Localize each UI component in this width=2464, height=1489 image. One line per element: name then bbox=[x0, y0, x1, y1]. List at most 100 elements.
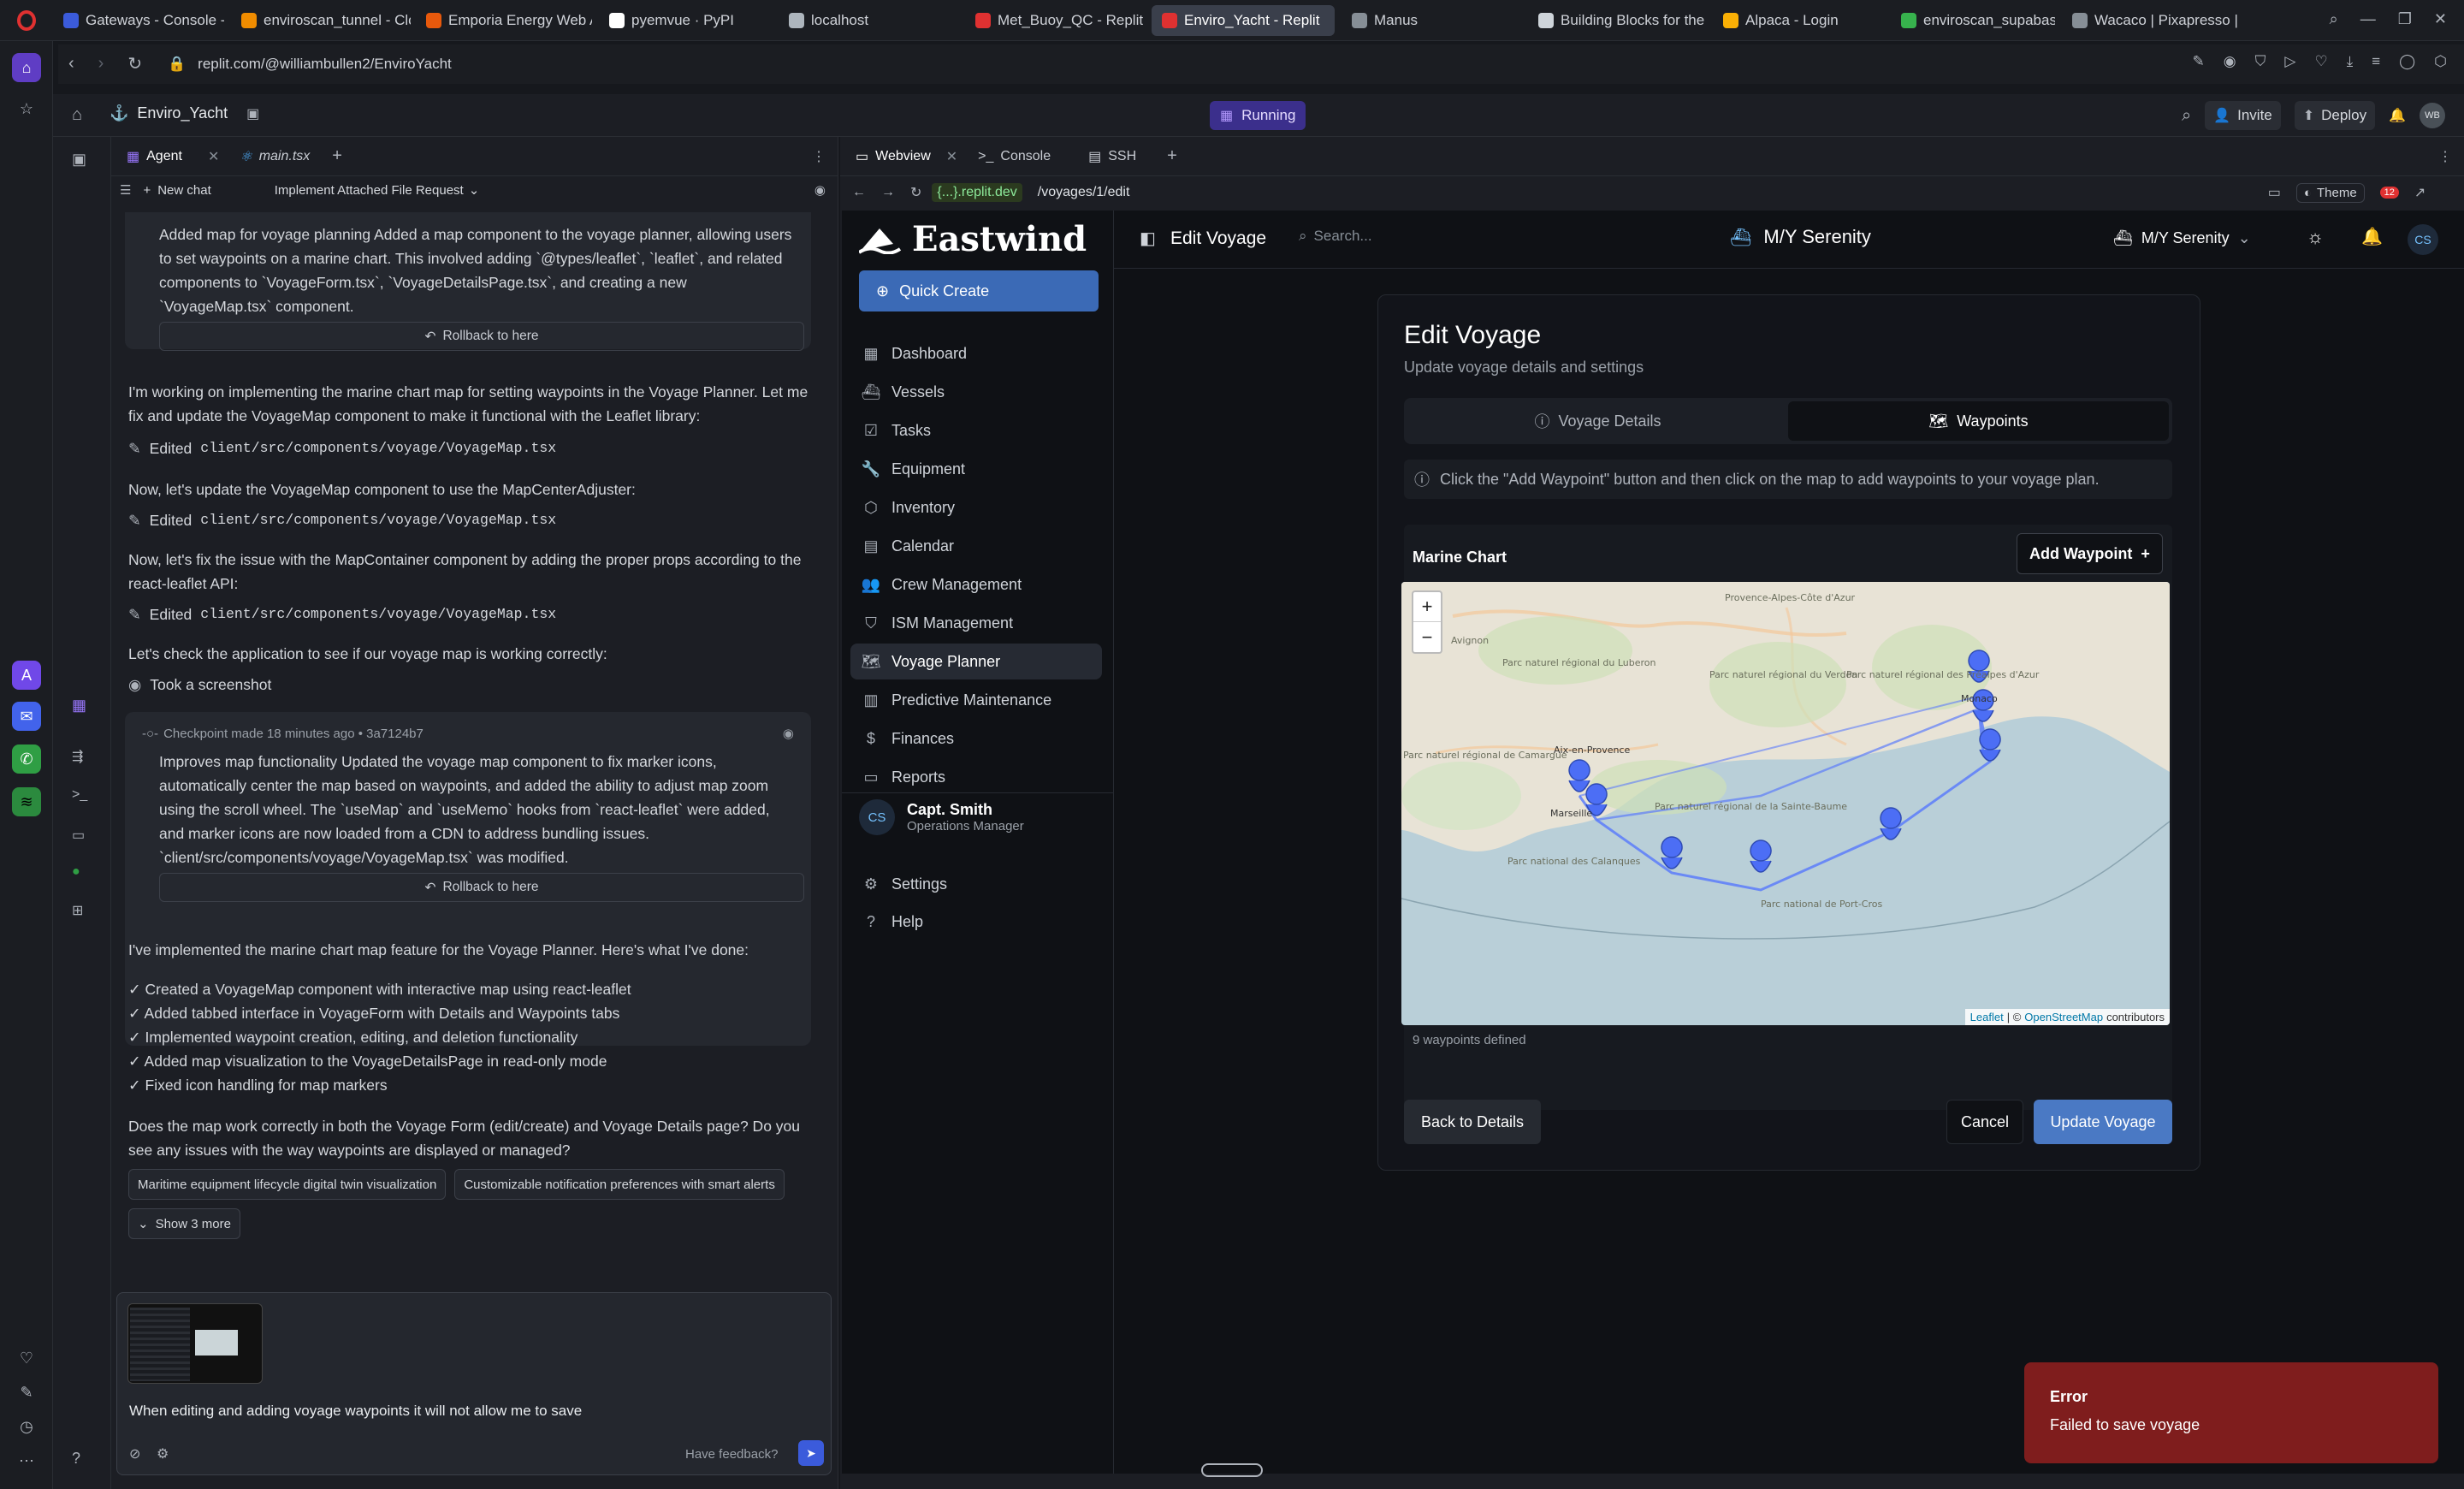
close-icon[interactable]: ✕ bbox=[208, 148, 219, 165]
deploy-icon[interactable]: ⇶ bbox=[72, 748, 83, 765]
monitor-icon[interactable]: ▭ bbox=[72, 827, 85, 844]
rollback-button[interactable]: ↶ Rollback to here bbox=[159, 322, 804, 351]
tab-waypoints[interactable]: 🗺 Waypoints bbox=[1788, 401, 2169, 441]
more-icon[interactable]: ⋮ bbox=[2438, 148, 2452, 165]
messenger-icon[interactable]: ✉ bbox=[12, 702, 41, 731]
settings-icon[interactable]: ⚙ bbox=[157, 1445, 169, 1462]
nav-item-crew-management[interactable]: 👥 Crew Management bbox=[850, 567, 1102, 602]
new-chat-button[interactable]: + New chat bbox=[143, 183, 210, 198]
eye-icon[interactable]: ◉ bbox=[814, 182, 826, 198]
close-window-icon[interactable]: ✕ bbox=[2434, 10, 2447, 28]
tab-webview[interactable]: ▭ Webview ✕ bbox=[845, 139, 968, 174]
chat-input[interactable]: When editing and adding voyage waypoints… bbox=[116, 1292, 832, 1475]
search-icon[interactable]: ⌕ bbox=[2182, 106, 2191, 126]
forward-icon[interactable]: › bbox=[98, 54, 104, 74]
waypoint-marker[interactable] bbox=[1568, 759, 1590, 792]
nav-settings[interactable]: ⚙ Settings bbox=[850, 866, 1102, 902]
profile-icon[interactable]: ◯ bbox=[2399, 53, 2415, 70]
suggestion-chip[interactable]: Customizable notification preferences wi… bbox=[454, 1169, 785, 1200]
favorites-icon[interactable]: ♡ bbox=[12, 1344, 41, 1373]
attach-icon[interactable]: ⊘ bbox=[129, 1445, 140, 1462]
suggestion-chip[interactable]: Maritime equipment lifecycle digital twi… bbox=[128, 1169, 447, 1200]
nav-item-equipment[interactable]: 🔧 Equipment bbox=[850, 451, 1102, 487]
tools-icon[interactable]: ⊞ bbox=[72, 902, 83, 919]
nav-help[interactable]: ? Help bbox=[850, 904, 1102, 940]
extensions-icon[interactable]: ⬡ bbox=[2434, 53, 2447, 70]
browser-tab[interactable]: Enviro_Yacht - Replit bbox=[1152, 5, 1335, 36]
url-field[interactable]: 🔒 replit.com/@williambullen2/EnviroYacht bbox=[168, 48, 2392, 80]
back-icon[interactable]: ← bbox=[852, 185, 866, 200]
nav-item-predictive-maintenance[interactable]: ▥ Predictive Maintenance bbox=[850, 682, 1102, 718]
tab-voyage-details[interactable]: ⓘ Voyage Details bbox=[1407, 401, 1788, 441]
more-icon[interactable]: ⋮ bbox=[812, 148, 826, 165]
close-icon[interactable]: ✕ bbox=[946, 148, 957, 165]
tab-console[interactable]: >_ Console bbox=[968, 139, 1061, 174]
layout-icon[interactable]: ▣ bbox=[246, 105, 259, 122]
shell-icon[interactable]: >_ bbox=[72, 787, 87, 803]
bell-icon[interactable]: 🔔 bbox=[2361, 226, 2383, 247]
chat-title[interactable]: Implement Attached File Request ⌄ bbox=[275, 182, 480, 199]
help-icon[interactable]: ? bbox=[72, 1450, 80, 1468]
error-toast[interactable]: Error Failed to save voyage bbox=[2024, 1362, 2438, 1463]
clock-icon[interactable]: ◷ bbox=[12, 1412, 41, 1441]
cancel-button[interactable]: Cancel bbox=[1946, 1100, 2023, 1144]
nav-item-finances[interactable]: $ Finances bbox=[850, 721, 1102, 756]
git-icon[interactable]: ● bbox=[72, 864, 80, 880]
waypoint-marker[interactable] bbox=[1979, 728, 2001, 762]
new-tab-icon[interactable]: + bbox=[1167, 146, 1177, 166]
avatar[interactable]: WB bbox=[2420, 103, 2445, 128]
nav-item-reports[interactable]: ▭ Reports bbox=[850, 759, 1102, 795]
browser-tab[interactable]: Gateways - Console - The bbox=[53, 5, 224, 36]
sidebar-toggle-icon[interactable]: ◧ bbox=[1140, 228, 1156, 249]
download-icon[interactable]: ⤓ bbox=[2347, 53, 2354, 70]
external-link-icon[interactable]: ↗ bbox=[2414, 184, 2426, 201]
avatar[interactable]: CS bbox=[2408, 224, 2438, 255]
edit-icon[interactable]: ✎ bbox=[2193, 53, 2205, 70]
invite-button[interactable]: 👤 Invite bbox=[2205, 101, 2281, 130]
spotify-icon[interactable]: ≋ bbox=[12, 787, 41, 816]
browser-tab[interactable]: Manus bbox=[1342, 5, 1521, 36]
browser-tab[interactable]: Met_Buoy_QC - Replit bbox=[965, 5, 1145, 36]
zoom-in-button[interactable]: + bbox=[1413, 592, 1441, 622]
update-voyage-button[interactable]: Update Voyage bbox=[2034, 1100, 2172, 1144]
reload-icon[interactable]: ↻ bbox=[910, 184, 921, 201]
browser-tab[interactable]: enviroscan_tunnel - Clou bbox=[231, 5, 411, 36]
resize-handle[interactable] bbox=[1201, 1463, 1263, 1477]
zoom-out-button[interactable]: − bbox=[1413, 622, 1441, 652]
easy-setup-icon[interactable]: ≡ bbox=[2372, 53, 2380, 70]
show-more-button[interactable]: ⌄ Show 3 more bbox=[128, 1208, 240, 1239]
minimize-icon[interactable]: — bbox=[2360, 10, 2376, 28]
nav-item-voyage-planner[interactable]: 🗺 Voyage Planner bbox=[850, 644, 1102, 679]
nav-item-inventory[interactable]: ⬡ Inventory bbox=[850, 489, 1102, 525]
screenshot-entry[interactable]: ◉ Took a screenshot bbox=[128, 673, 271, 697]
webview-path-input[interactable]: /voyages/1/edit bbox=[1038, 185, 2253, 200]
nav-item-dashboard[interactable]: ▦ Dashboard bbox=[850, 335, 1102, 371]
feedback-link[interactable]: Have feedback? bbox=[685, 1447, 778, 1462]
nav-item-calendar[interactable]: ▤ Calendar bbox=[850, 528, 1102, 564]
shield-icon[interactable]: ⛉ bbox=[2255, 53, 2266, 70]
browser-tab[interactable]: Alpaca - Login bbox=[1713, 5, 1884, 36]
rollback-button[interactable]: ↶ Rollback to here bbox=[159, 873, 804, 902]
sun-icon[interactable]: ☼ bbox=[2307, 226, 2324, 248]
project-name[interactable]: Enviro_Yacht bbox=[137, 104, 228, 122]
browser-tab[interactable]: enviroscan_supabase | E bbox=[1891, 5, 2055, 36]
quick-create-button[interactable]: ⊕ Quick Create bbox=[859, 270, 1099, 311]
files-icon[interactable]: ▣ bbox=[72, 151, 86, 169]
camera-icon[interactable]: ◉ bbox=[2224, 53, 2236, 70]
edit-entry[interactable]: ✎ Edited client/src/components/voyage/Vo… bbox=[128, 436, 556, 460]
edit-entry[interactable]: ✎ Edited client/src/components/voyage/Vo… bbox=[128, 602, 556, 626]
run-button[interactable]: ▦ Running bbox=[1210, 101, 1306, 130]
browser-tab[interactable]: localhost bbox=[779, 5, 950, 36]
search-tabs-icon[interactable]: ⌕ bbox=[2330, 10, 2338, 28]
agent-icon[interactable]: ▦ bbox=[72, 697, 86, 715]
opera-logo[interactable] bbox=[17, 10, 36, 31]
pinboard-icon[interactable]: ☆ bbox=[12, 94, 41, 123]
attached-screenshot-thumbnail[interactable] bbox=[127, 1303, 263, 1384]
edit-entry[interactable]: ✎ Edited client/src/components/voyage/Vo… bbox=[128, 508, 556, 532]
aria-icon[interactable]: A bbox=[12, 661, 41, 690]
deploy-button[interactable]: ⬆ Deploy bbox=[2294, 101, 2376, 130]
tab-agent[interactable]: ▦ Agent ✕ bbox=[116, 139, 229, 174]
more-icon[interactable]: ⋯ bbox=[12, 1446, 41, 1475]
theme-button[interactable]: ◐ Theme bbox=[2295, 182, 2365, 203]
tab-main-tsx[interactable]: ⚛ main.tsx bbox=[229, 139, 320, 174]
